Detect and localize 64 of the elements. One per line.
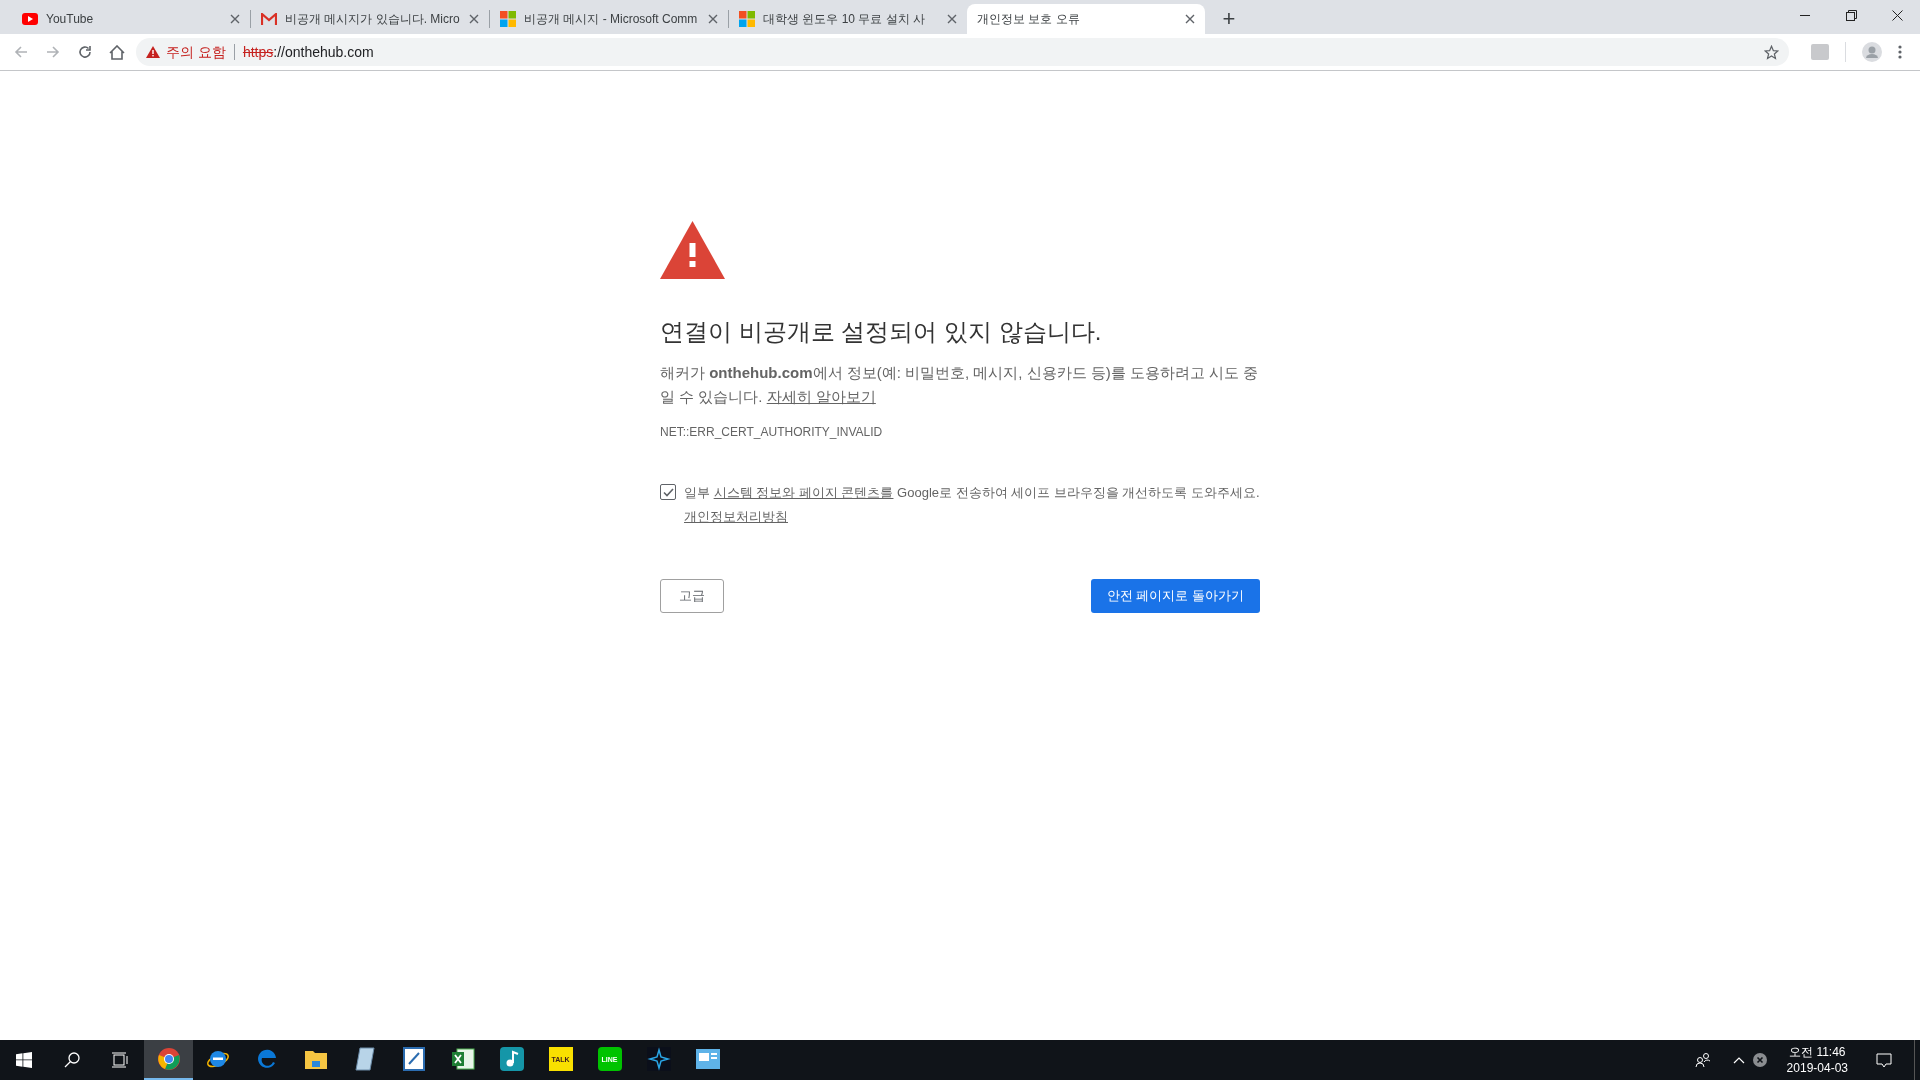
avatar-icon[interactable] [1862, 42, 1882, 62]
browser-tab[interactable]: 비공개 메시지 - Microsoft Comm [490, 4, 728, 34]
clock-time: 오전 11:46 [1789, 1044, 1846, 1060]
new-tab-button[interactable]: + [1211, 4, 1247, 34]
url-text: https://onthehub.com [242, 42, 375, 62]
pen-document-icon [402, 1047, 425, 1071]
home-icon [109, 44, 125, 60]
warning-icon [146, 46, 160, 58]
tab-title: 대학생 윈도우 10 무료 설치 사 [763, 11, 927, 28]
task-view-icon [111, 1052, 129, 1068]
privacy-policy-link[interactable]: 개인정보처리방침 [684, 509, 788, 524]
search-icon [64, 1052, 80, 1068]
error-code: NET::ERR_CERT_AUTHORITY_INVALID [660, 424, 884, 441]
clock-date: 2019-04-03 [1786, 1060, 1848, 1076]
close-icon[interactable] [230, 14, 240, 24]
address-bar[interactable]: 주의 요함 https://onthehub.com [136, 38, 1789, 66]
checkmark-icon [662, 487, 674, 497]
advanced-button[interactable]: 고급 [660, 579, 724, 613]
close-icon [1891, 9, 1903, 21]
browser-tab[interactable]: YouTube [12, 4, 250, 34]
back-to-safety-button[interactable]: 안전 페이지로 돌아가기 [1090, 579, 1260, 613]
forward-arrow-icon [46, 45, 60, 59]
checkbox[interactable] [660, 484, 676, 500]
tab-title: YouTube [46, 11, 95, 28]
x-circle-icon[interactable] [1752, 1053, 1767, 1067]
system-info-link[interactable]: 시스템 정보와 페이지 콘텐츠를 [713, 485, 894, 500]
people-icon[interactable] [1694, 1052, 1711, 1068]
tab-title: 비공개 메시지가 있습니다. Micro [285, 11, 461, 28]
play-logo-icon [22, 13, 38, 25]
clock[interactable]: 오전 11:46 2019-04-03 [1780, 1044, 1854, 1076]
four-squares-logo-icon [739, 11, 755, 27]
mail-logo-icon [261, 13, 277, 25]
close-icon[interactable] [708, 14, 718, 24]
reload-icon [78, 45, 92, 59]
spreadsheet-icon [450, 1047, 475, 1071]
warning-icon [660, 221, 725, 279]
browser-tab[interactable]: 대학생 윈도우 10 무료 설치 사 [729, 4, 967, 34]
minimize-icon [1800, 14, 1810, 16]
star-icon[interactable] [1764, 44, 1779, 60]
menu-icon[interactable] [1898, 45, 1902, 59]
tab-title: 개인정보 보호 오류 [977, 11, 1081, 28]
close-icon[interactable] [469, 14, 479, 24]
folder-icon [303, 1048, 328, 1070]
learn-more-link[interactable]: 자세히 알아보기 [766, 388, 876, 405]
report-consent-text: 일부 시스템 정보와 페이지 콘텐츠를 Google로 전송하여 세이프 브라우징을 개선하도록 도와주세요. 개인정보처리방침 [684, 484, 1260, 526]
taskbar-app-button[interactable] [144, 1040, 193, 1080]
tab-title: 비공개 메시지 - Microsoft Comm [524, 11, 699, 28]
back-arrow-icon [14, 45, 28, 59]
warning-message: 해커가 onthehub.com에서 정보(예: 비밀번호, 메시지, 신용카드 등)를 도용하려고 시도 중일 수 있습니다. 자세히 알아보기 [660, 363, 1260, 407]
window-app-icon [695, 1049, 720, 1069]
four-squares-logo-icon [500, 11, 516, 27]
circle-logo-icon [156, 1047, 181, 1071]
error-heading: 연결이 비공개로 설정되어 있지 않습니다. [660, 317, 1103, 347]
close-icon[interactable] [947, 14, 957, 24]
restore-icon [1845, 9, 1857, 21]
star-logo-icon [646, 1047, 671, 1071]
browser-tab[interactable]: 개인정보 보호 오류 [967, 4, 1205, 34]
music-note-icon [499, 1047, 524, 1071]
notification-icon[interactable] [1876, 1052, 1892, 1068]
browser-tab[interactable]: 비공개 메시지가 있습니다. Micro [251, 4, 489, 34]
close-icon[interactable] [1185, 14, 1195, 24]
chevron-up-icon[interactable] [1732, 1056, 1745, 1064]
security-label: 주의 요함 [166, 42, 226, 62]
windows-logo-icon [16, 1052, 32, 1068]
